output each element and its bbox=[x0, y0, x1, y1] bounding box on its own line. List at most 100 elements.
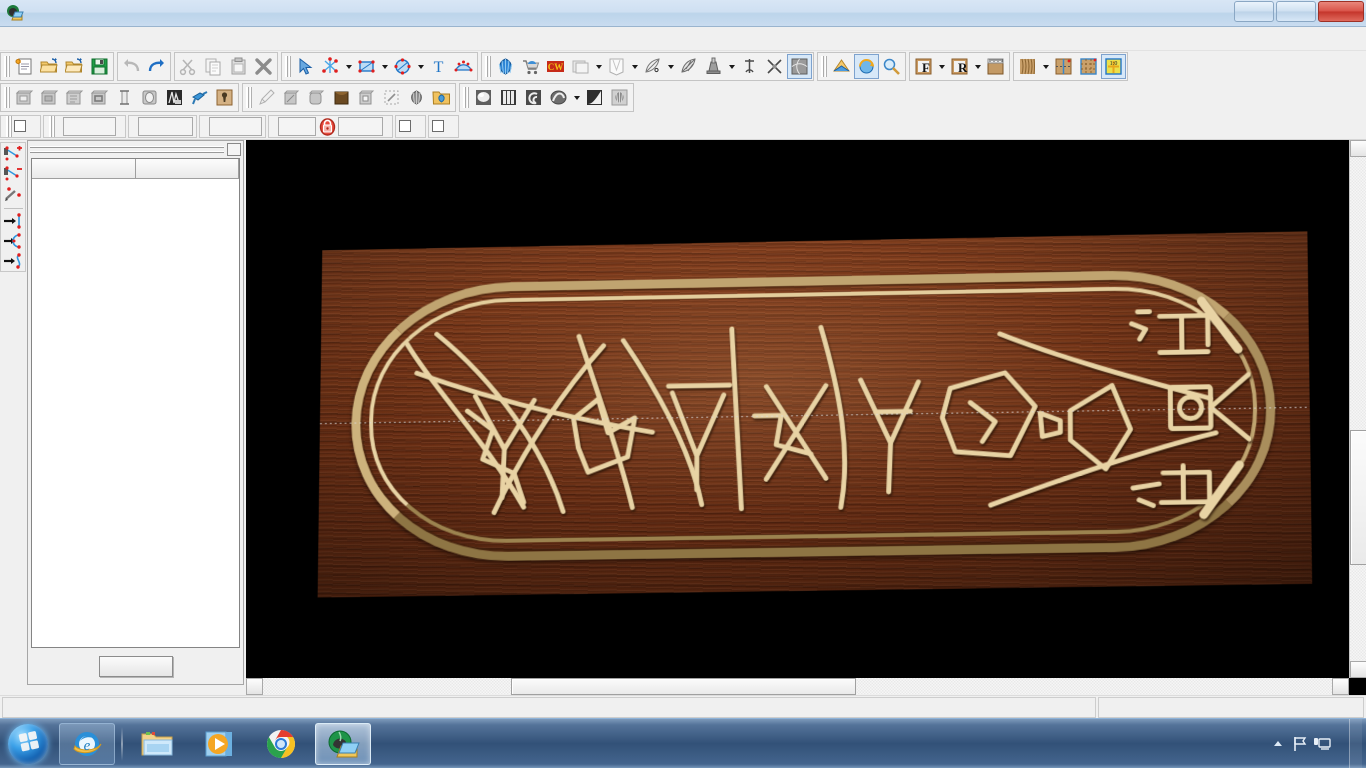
panel-close-icon[interactable] bbox=[227, 143, 241, 156]
ramp-shape-icon[interactable] bbox=[582, 85, 607, 110]
cw-logo-icon[interactable]: CW bbox=[543, 54, 568, 79]
perspective-view-icon[interactable] bbox=[829, 54, 854, 79]
to-arc-icon[interactable] bbox=[2, 231, 25, 251]
open-folder-icon[interactable] bbox=[37, 54, 62, 79]
chevron-down-icon[interactable] bbox=[936, 54, 947, 79]
scrollbar-track[interactable] bbox=[1350, 140, 1366, 678]
floor-feather-checkbox[interactable] bbox=[432, 120, 444, 132]
drill-tool-icon[interactable] bbox=[187, 85, 212, 110]
shell-pattern-icon[interactable] bbox=[493, 54, 518, 79]
network-icon[interactable] bbox=[1311, 730, 1333, 758]
size-height-input[interactable] bbox=[338, 116, 383, 136]
vertical-scrollbar-thumb[interactable] bbox=[1350, 430, 1366, 565]
height-input[interactable] bbox=[138, 116, 193, 136]
show-desktop-button[interactable] bbox=[1349, 719, 1362, 768]
viewport-horizontal-scrollbar[interactable] bbox=[246, 678, 1349, 695]
remove-point-icon[interactable] bbox=[2, 165, 25, 185]
sweep-shape-icon[interactable] bbox=[162, 85, 187, 110]
routing-bit-icon[interactable] bbox=[701, 54, 726, 79]
magnifier-zoom-icon[interactable] bbox=[879, 54, 904, 79]
taskbar-item-internet-explorer[interactable]: e bbox=[59, 722, 115, 765]
shopping-cart-icon[interactable] bbox=[518, 54, 543, 79]
restore-button[interactable] bbox=[1276, 1, 1316, 22]
ruler-board-icon[interactable] bbox=[983, 54, 1008, 79]
to-curve-icon[interactable] bbox=[2, 251, 25, 271]
bevel-edge-icon[interactable] bbox=[279, 85, 304, 110]
viewport-vertical-scrollbar[interactable] bbox=[1349, 140, 1366, 678]
distort-mesh-icon[interactable] bbox=[787, 54, 812, 79]
window-title-bar[interactable] bbox=[0, 0, 1366, 27]
size-width-input[interactable] bbox=[278, 116, 316, 136]
minimize-button[interactable] bbox=[1234, 1, 1274, 22]
scroll-right-button[interactable] bbox=[1332, 678, 1349, 695]
menu-item-window[interactable] bbox=[144, 37, 162, 41]
save-disk-icon[interactable] bbox=[87, 54, 112, 79]
cove-edge-icon[interactable] bbox=[329, 85, 354, 110]
spiral-twist-icon[interactable] bbox=[521, 85, 546, 110]
chevron-down-icon[interactable] bbox=[571, 85, 582, 110]
front-side-icon[interactable]: F bbox=[911, 54, 936, 79]
menu-item-drawing[interactable] bbox=[54, 37, 72, 41]
pierced-checkbox[interactable] bbox=[14, 120, 26, 132]
toolbar-grip[interactable] bbox=[246, 87, 252, 108]
action-center-flag-icon[interactable] bbox=[1289, 730, 1311, 758]
copy-pages-icon[interactable] bbox=[201, 54, 226, 79]
open-project-icon[interactable] bbox=[62, 54, 87, 79]
menu-item-edit[interactable] bbox=[36, 37, 54, 41]
round-edge-icon[interactable] bbox=[304, 85, 329, 110]
scroll-down-button[interactable] bbox=[1350, 661, 1366, 678]
scroll-left-button[interactable] bbox=[246, 678, 263, 695]
column-header-merge[interactable] bbox=[136, 159, 239, 179]
toolbar-grip[interactable] bbox=[463, 87, 469, 108]
taskbar-item-media-player[interactable] bbox=[191, 723, 247, 765]
toolbar-grip[interactable] bbox=[4, 87, 10, 108]
add-point-icon[interactable] bbox=[2, 145, 25, 165]
arc-node-icon[interactable] bbox=[451, 54, 476, 79]
move-point-icon[interactable] bbox=[2, 185, 25, 205]
path-node-icon[interactable] bbox=[318, 54, 343, 79]
delete-x-icon[interactable] bbox=[251, 54, 276, 79]
paste-clipboard-icon[interactable] bbox=[226, 54, 251, 79]
shell-relief-icon[interactable] bbox=[607, 85, 632, 110]
toolbar-grip[interactable] bbox=[6, 115, 12, 137]
crossed-tools-icon[interactable] bbox=[762, 54, 787, 79]
show-hidden-icons-button[interactable] bbox=[1267, 730, 1289, 758]
chevron-down-icon[interactable] bbox=[726, 54, 737, 79]
group-button[interactable] bbox=[98, 655, 173, 677]
to-line-icon[interactable] bbox=[2, 210, 25, 230]
lower-region-icon[interactable] bbox=[37, 85, 62, 110]
feather-carve-icon[interactable] bbox=[640, 54, 665, 79]
flat-region-icon[interactable] bbox=[62, 85, 87, 110]
swirl-shape-icon[interactable] bbox=[546, 85, 571, 110]
chevron-down-icon[interactable] bbox=[665, 54, 676, 79]
keyhole-icon[interactable] bbox=[212, 85, 237, 110]
shell-carve-icon[interactable] bbox=[404, 85, 429, 110]
panel-drag-handle[interactable] bbox=[28, 141, 243, 158]
menu-item-layout[interactable] bbox=[90, 37, 108, 41]
depth-input[interactable] bbox=[63, 116, 116, 136]
menu-item-view[interactable] bbox=[126, 37, 144, 41]
close-button[interactable] bbox=[1318, 1, 1364, 22]
scale-one-to-one-icon[interactable]: 1:0 bbox=[1101, 54, 1126, 79]
raise-region-icon[interactable] bbox=[12, 85, 37, 110]
horizontal-scrollbar-thumb[interactable] bbox=[511, 678, 856, 695]
toolbar-grip[interactable] bbox=[821, 56, 827, 77]
menu-item-help[interactable] bbox=[162, 37, 180, 41]
drill-path-icon[interactable] bbox=[737, 54, 762, 79]
toolbar-grip[interactable] bbox=[485, 56, 491, 77]
reverse-side-icon[interactable]: R bbox=[947, 54, 972, 79]
lock-aspect-ratio-icon[interactable] bbox=[316, 115, 338, 137]
redo-arrow-icon[interactable] bbox=[144, 54, 169, 79]
measure-select-icon[interactable] bbox=[379, 85, 404, 110]
taskbar-item-windows-explorer[interactable] bbox=[129, 723, 185, 765]
new-document-icon[interactable] bbox=[12, 54, 37, 79]
angle-input[interactable] bbox=[209, 116, 262, 136]
select-arrow-icon[interactable] bbox=[293, 54, 318, 79]
pattern-open-folder-icon[interactable] bbox=[429, 85, 454, 110]
chevron-down-icon[interactable] bbox=[972, 54, 983, 79]
conform-checkbox[interactable] bbox=[399, 120, 411, 132]
pattern-folder-icon[interactable] bbox=[568, 54, 593, 79]
outline-region-icon[interactable] bbox=[87, 85, 112, 110]
book-page-icon[interactable] bbox=[496, 85, 521, 110]
menu-item-file[interactable] bbox=[18, 37, 36, 41]
